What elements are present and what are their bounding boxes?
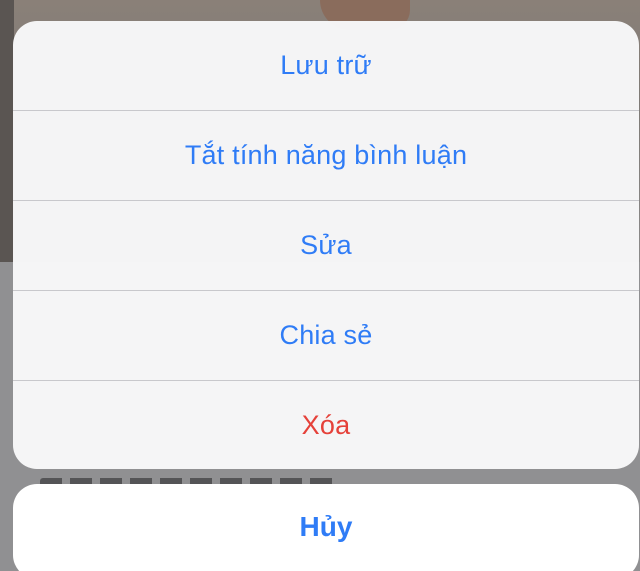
background-photo-edge bbox=[0, 0, 14, 262]
delete-button[interactable]: Xóa bbox=[13, 381, 639, 469]
cancel-label: Hủy bbox=[299, 511, 353, 542]
edit-button[interactable]: Sửa bbox=[13, 201, 639, 291]
archive-label: Lưu trữ bbox=[280, 50, 372, 80]
turn-off-commenting-label: Tắt tính năng bình luận bbox=[184, 140, 468, 170]
archive-button[interactable]: Lưu trữ bbox=[13, 21, 639, 111]
share-button[interactable]: Chia sẻ bbox=[13, 291, 639, 381]
turn-off-commenting-button[interactable]: Tắt tính năng bình luận bbox=[13, 111, 639, 201]
delete-label: Xóa bbox=[301, 409, 351, 440]
edit-label: Sửa bbox=[300, 230, 352, 260]
action-sheet: Lưu trữ Tắt tính năng bình luận Sửa Chia… bbox=[13, 21, 639, 469]
cancel-button[interactable]: Hủy bbox=[13, 484, 639, 571]
screen: Lưu trữ Tắt tính năng bình luận Sửa Chia… bbox=[0, 0, 640, 571]
share-label: Chia sẻ bbox=[279, 320, 373, 350]
